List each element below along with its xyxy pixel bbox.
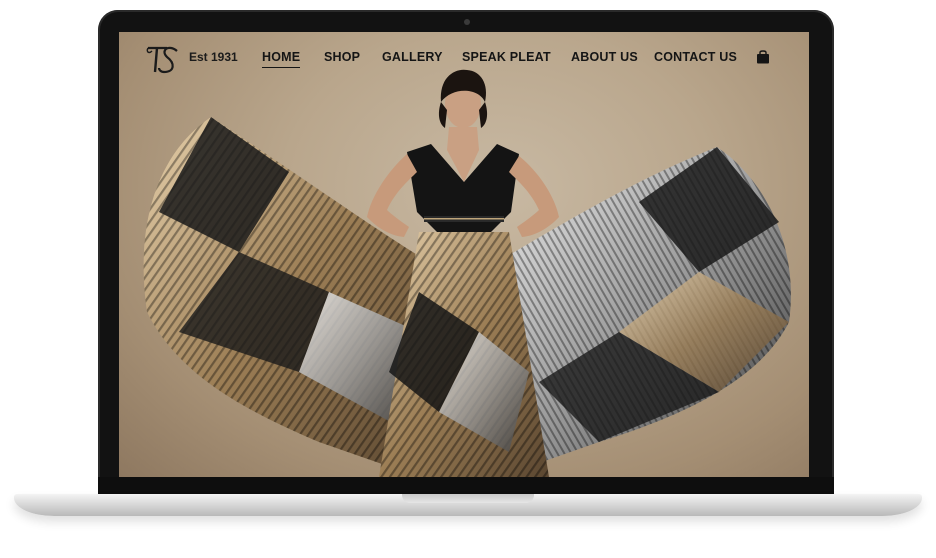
brand-logo[interactable] [145, 42, 181, 76]
webcam [464, 19, 470, 25]
nav-item-contact-us[interactable]: CONTACT US [654, 50, 737, 64]
nav-item-shop[interactable]: SHOP [324, 50, 360, 64]
brand-established-label: Est 1931 [189, 50, 238, 64]
laptop-bottom-bezel [98, 477, 834, 494]
nav-item-about-us[interactable]: ABOUT US [571, 50, 638, 64]
nav-item-speak-pleat[interactable]: SPEAK PLEAT [462, 50, 551, 64]
website-screen: Est 1931 HOME SHOP GALLERY SPEAK PLEAT A… [119, 32, 809, 477]
nav-item-home[interactable]: HOME [262, 50, 301, 68]
shopping-bag-icon[interactable] [756, 49, 770, 64]
hero-image [143, 69, 791, 477]
nav-item-gallery[interactable]: GALLERY [382, 50, 443, 64]
laptop-mockup: Est 1931 HOME SHOP GALLERY SPEAK PLEAT A… [0, 0, 936, 558]
laptop-opening-notch [402, 494, 534, 503]
site-navbar: Est 1931 HOME SHOP GALLERY SPEAK PLEAT A… [119, 32, 809, 84]
